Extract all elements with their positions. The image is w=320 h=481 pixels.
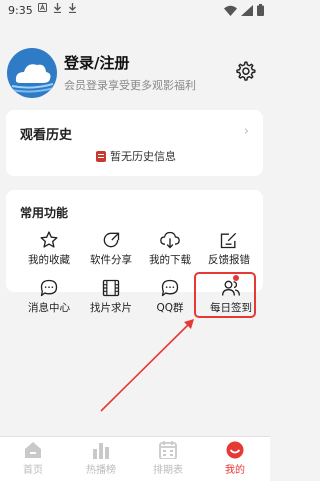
home-icon <box>25 442 41 458</box>
bar-chart-icon <box>93 443 109 459</box>
tab-home[interactable]: 首页 <box>3 441 63 476</box>
tab-schedule[interactable]: 排期表 <box>138 441 198 476</box>
tab-mine[interactable]: 我的 <box>205 441 265 476</box>
calendar-icon <box>159 441 177 459</box>
bottom-tab-bar: 首页 热播榜 排期表 我的 <box>0 436 270 481</box>
tab-hot[interactable]: 热播榜 <box>71 441 131 476</box>
tab-home-label: 首页 <box>23 465 43 476</box>
tab-hot-label: 热播榜 <box>86 465 116 476</box>
tab-mine-label: 我的 <box>225 465 245 476</box>
pointer-arrow <box>100 319 194 412</box>
profile-icon <box>226 441 244 459</box>
tab-schedule-label: 排期表 <box>153 465 183 476</box>
